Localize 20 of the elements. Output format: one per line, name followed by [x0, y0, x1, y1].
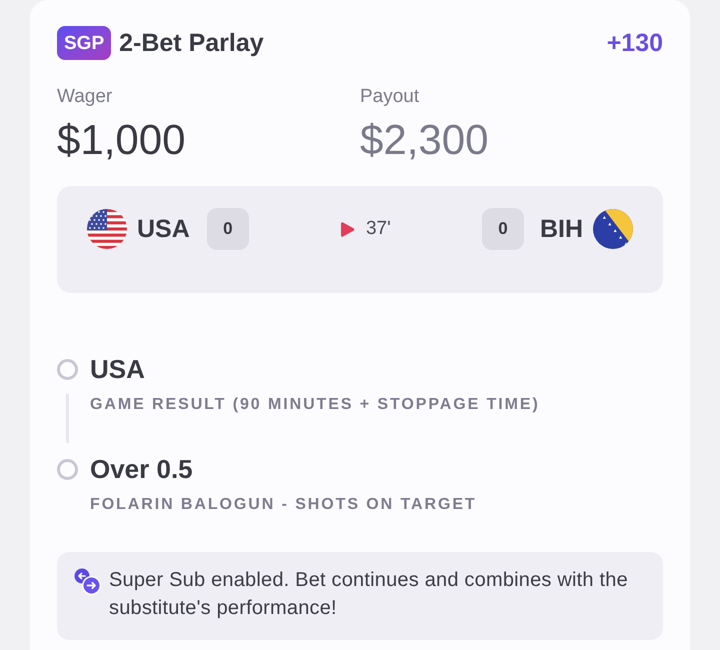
score-value: 0 — [482, 208, 524, 250]
wager-label: Wager — [57, 85, 114, 109]
swap-arrows-icon — [74, 568, 101, 595]
market-name: FOLARIN BALOGUN - SHOTS ON TARGET — [90, 495, 477, 515]
sgp-badge: SGP — [57, 26, 112, 60]
score-value: 0 — [206, 208, 249, 250]
payout-amount: $2,300 — [360, 116, 488, 164]
payout-label: Payout — [360, 85, 420, 109]
selection-name: Over 0.5 — [90, 454, 194, 484]
match-clock: 37' — [366, 217, 391, 241]
bosnia-flag-icon — [593, 209, 633, 249]
selection-name: USA — [90, 354, 146, 384]
market-name: GAME RESULT (90 MINUTES + STOPPAGE TIME) — [90, 395, 540, 415]
super-sub-notice: Super Sub enabled. Bet continues and combines with the substitute's performance! — [109, 568, 629, 621]
bet-title: 2-Bet Parlay — [119, 28, 264, 58]
wager-amount: $1,000 — [57, 116, 186, 164]
team-name: USA — [137, 214, 190, 244]
odds-value: +130 — [606, 28, 663, 58]
usa-flag-icon — [87, 209, 127, 249]
team-name: BIH — [540, 214, 583, 244]
